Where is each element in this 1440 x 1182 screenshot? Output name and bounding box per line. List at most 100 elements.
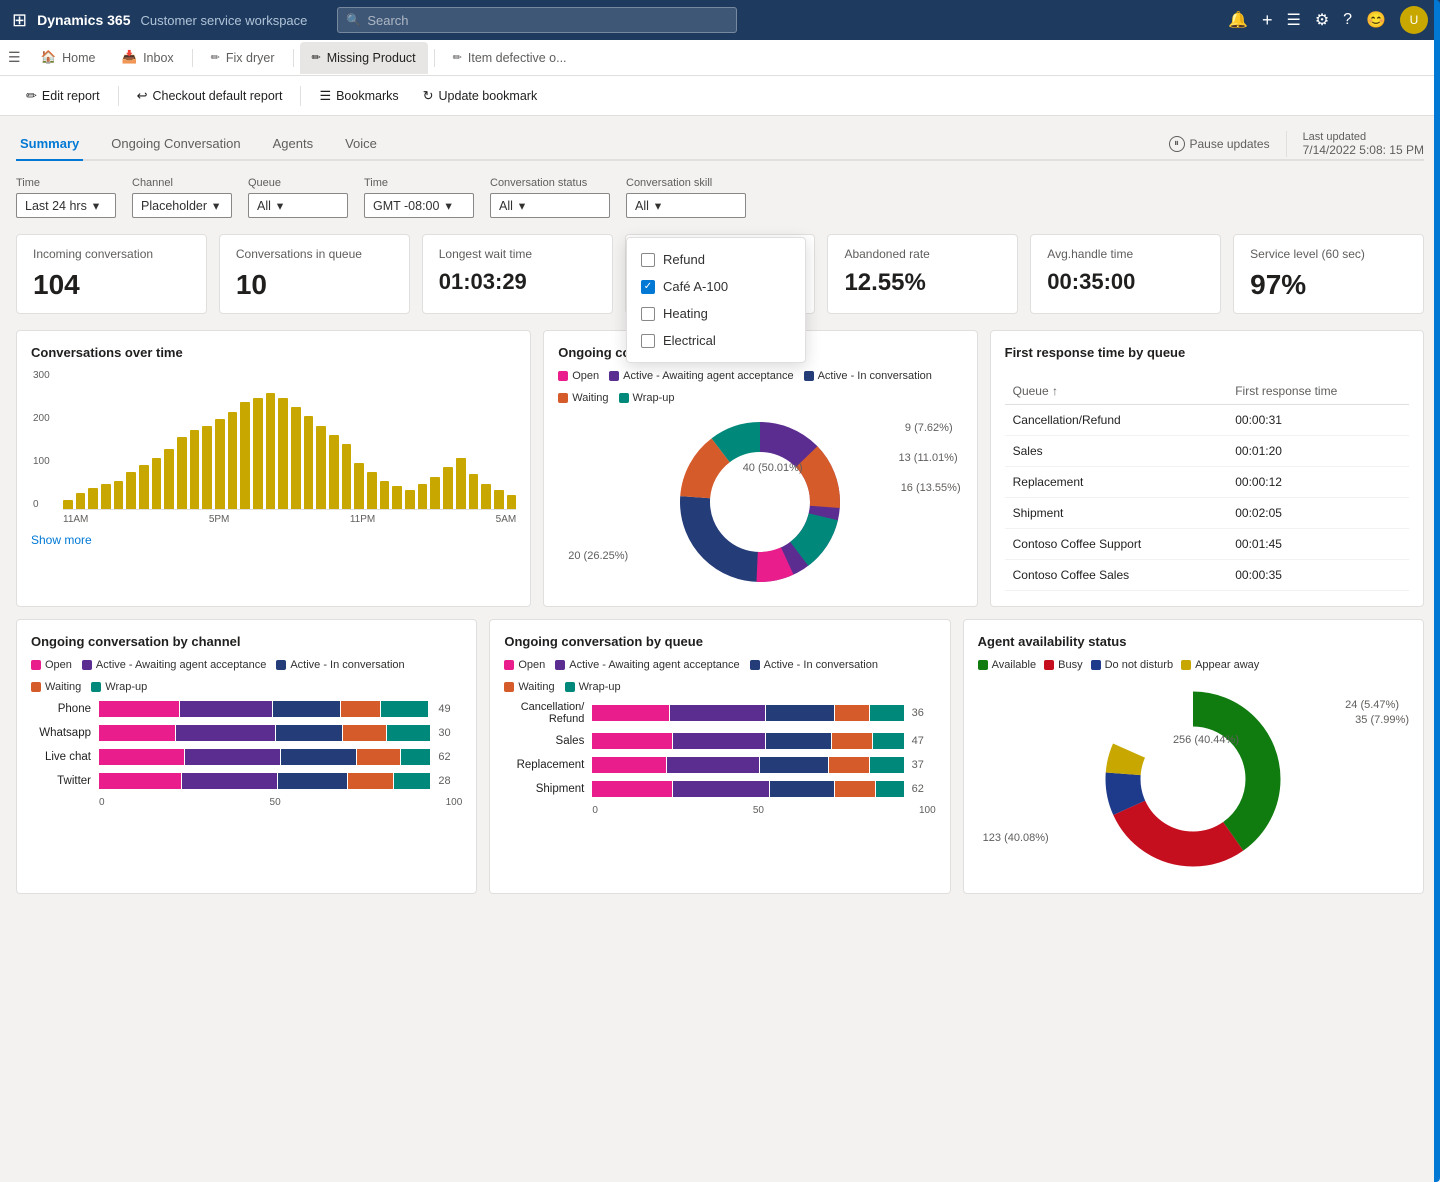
legend-dot-waiting bbox=[558, 393, 568, 403]
update-bookmark-button[interactable]: ↻ Update bookmark bbox=[413, 84, 548, 108]
bar-item bbox=[481, 484, 491, 509]
legend-wrapup-q: Wrap-up bbox=[565, 681, 621, 693]
filter-time2-select[interactable]: GMT -08:00 ▾ bbox=[364, 193, 474, 218]
whatsapp-bar bbox=[99, 725, 430, 741]
sub-tab-voice[interactable]: Voice bbox=[341, 128, 381, 161]
skill-electrical-checkbox[interactable] bbox=[641, 334, 655, 348]
bar-item bbox=[469, 474, 479, 509]
notification-icon[interactable]: 🔔 bbox=[1228, 10, 1248, 30]
legend-availability: Available Busy Do not disturb Appear awa… bbox=[978, 659, 1409, 671]
kpi-longest-wait: Longest wait time 01:03:29 bbox=[422, 234, 613, 314]
bar-item bbox=[430, 477, 440, 509]
filter-conv-status: Conversation status All ▾ bbox=[490, 177, 610, 218]
channel-row-livechat: Live chat 62 bbox=[31, 749, 462, 765]
skill-electrical-item[interactable]: Electrical bbox=[627, 327, 805, 354]
avail-donut-svg bbox=[1083, 679, 1303, 879]
chart-conv-over-time: Conversations over time 300 200 100 0 11… bbox=[16, 330, 531, 607]
donut-svg bbox=[660, 412, 860, 592]
bar-item bbox=[164, 449, 174, 509]
tab-separator-2 bbox=[293, 49, 294, 67]
skill-refund-checkbox[interactable] bbox=[641, 253, 655, 267]
bar-item bbox=[253, 398, 263, 509]
filter-icon[interactable]: ☰ bbox=[1286, 10, 1300, 30]
bar-item bbox=[63, 500, 73, 509]
filter-queue-select[interactable]: All ▾ bbox=[248, 193, 348, 218]
show-more-link[interactable]: Show more bbox=[31, 533, 92, 547]
filters-row: Time Last 24 hrs ▾ Channel Placeholder ▾… bbox=[16, 177, 1424, 218]
help-icon[interactable]: ? bbox=[1343, 11, 1352, 29]
toolbar: ✏ Edit report ↩ Checkout default report … bbox=[0, 76, 1440, 116]
bar-item bbox=[354, 463, 364, 509]
feedback-icon[interactable]: 😊 bbox=[1366, 10, 1386, 30]
charts-row-2: Ongoing conversation by channel Open Act… bbox=[16, 619, 1424, 894]
bar-item bbox=[215, 419, 225, 509]
tab-inbox[interactable]: 📥 Inbox bbox=[109, 42, 185, 74]
y-labels: 300 200 100 0 bbox=[33, 370, 50, 510]
filter-channel-select[interactable]: Placeholder ▾ bbox=[132, 193, 232, 218]
pause-updates-button[interactable]: ⏸ Pause updates bbox=[1169, 136, 1270, 152]
sub-tab-bar: Summary Ongoing Conversation Agents Voic… bbox=[16, 128, 1424, 161]
chart-ongoing-status: Ongoing conversations by status Open Act… bbox=[543, 330, 977, 607]
kpi-service-level: Service level (60 sec) 97% bbox=[1233, 234, 1424, 314]
chart-title-channel: Ongoing conversation by channel bbox=[31, 634, 462, 649]
bar-item bbox=[507, 495, 517, 509]
table-row: Shipment 00:02:05 bbox=[1005, 498, 1409, 529]
filter-conv-status-select[interactable]: All ▾ bbox=[490, 193, 610, 218]
legend-dot-awaiting bbox=[609, 371, 619, 381]
bar-item bbox=[190, 430, 200, 509]
tab-item-defective[interactable]: ✏ Item defective o... bbox=[441, 42, 579, 74]
bookmarks-button[interactable]: ☰ Bookmarks bbox=[309, 84, 408, 108]
sub-tab-ongoing[interactable]: Ongoing Conversation bbox=[107, 128, 244, 161]
kpi-incoming: Incoming conversation 104 bbox=[16, 234, 207, 314]
donut-chart-area: 9 (7.62%) 13 (11.01%) 16 (13.55%) 20 (26… bbox=[558, 412, 962, 592]
channel-row-twitter: Twitter 28 bbox=[31, 773, 462, 789]
bar-item bbox=[76, 493, 86, 509]
frt-tbody: Cancellation/Refund 00:00:31 Sales 00:01… bbox=[1005, 405, 1409, 591]
inbox-icon: 📥 bbox=[121, 50, 137, 65]
phone-bar bbox=[99, 701, 430, 717]
sub-tab-summary[interactable]: Summary bbox=[16, 128, 83, 161]
queue-row-shipment: Shipment 62 bbox=[504, 781, 935, 797]
tab-home[interactable]: 🏠 Home bbox=[29, 42, 108, 74]
checkout-report-button[interactable]: ↩ Checkout default report bbox=[127, 84, 293, 108]
bar-item bbox=[494, 490, 504, 509]
tab-separator bbox=[192, 49, 193, 67]
skill-cafe-item[interactable]: ✓ Café A-100 bbox=[627, 273, 805, 300]
home-icon: 🏠 bbox=[41, 50, 57, 65]
queue-row-sales: Sales 47 bbox=[504, 733, 935, 749]
frt-thead: Queue ↑ First response time bbox=[1005, 378, 1409, 405]
tab-fix-dryer[interactable]: ✏ Fix dryer bbox=[199, 42, 287, 74]
filter-queue: Queue All ▾ bbox=[248, 177, 348, 218]
bar-item bbox=[291, 407, 301, 509]
settings-icon[interactable]: ⚙ bbox=[1315, 10, 1329, 30]
legend-waiting-ch: Waiting bbox=[31, 681, 81, 693]
bar-item bbox=[278, 398, 288, 509]
bar-item bbox=[304, 416, 314, 509]
tab-missing-product[interactable]: ✏ Missing Product bbox=[300, 42, 428, 74]
filter-time1-select[interactable]: Last 24 hrs ▾ bbox=[16, 193, 116, 218]
skill-heating-item[interactable]: Heating bbox=[627, 300, 805, 327]
chart-first-response: First response time by queue Queue ↑ Fir… bbox=[990, 330, 1424, 607]
legend-active-awaiting: Active - Awaiting agent acceptance bbox=[609, 370, 793, 382]
page-icon-3: ✏ bbox=[453, 51, 462, 64]
sub-tab-agents[interactable]: Agents bbox=[269, 128, 317, 161]
skill-refund-item[interactable]: Refund bbox=[627, 246, 805, 273]
legend-open-q: Open bbox=[504, 659, 545, 671]
skill-heating-checkbox[interactable] bbox=[641, 307, 655, 321]
avatar[interactable]: U bbox=[1400, 6, 1428, 34]
search-icon: 🔍 bbox=[346, 13, 361, 27]
app-name: Dynamics 365 bbox=[37, 12, 130, 28]
skill-cafe-checkbox[interactable]: ✓ bbox=[641, 280, 655, 294]
shipment-bar bbox=[592, 781, 903, 797]
queue-row-replacement: Replacement 37 bbox=[504, 757, 935, 773]
filter-time1: Time Last 24 hrs ▾ bbox=[16, 177, 116, 218]
bar-item bbox=[443, 467, 453, 509]
filter-conv-skill-select[interactable]: All ▾ bbox=[626, 193, 746, 218]
search-bar[interactable]: 🔍 Search bbox=[337, 7, 737, 33]
tab-menu-icon[interactable]: ☰ bbox=[8, 49, 21, 66]
bar-item bbox=[228, 412, 238, 509]
app-grid-icon[interactable]: ⊞ bbox=[12, 10, 27, 31]
edit-report-button[interactable]: ✏ Edit report bbox=[16, 84, 110, 108]
add-icon[interactable]: + bbox=[1262, 10, 1273, 31]
chevron-down-icon: ▾ bbox=[655, 198, 661, 213]
